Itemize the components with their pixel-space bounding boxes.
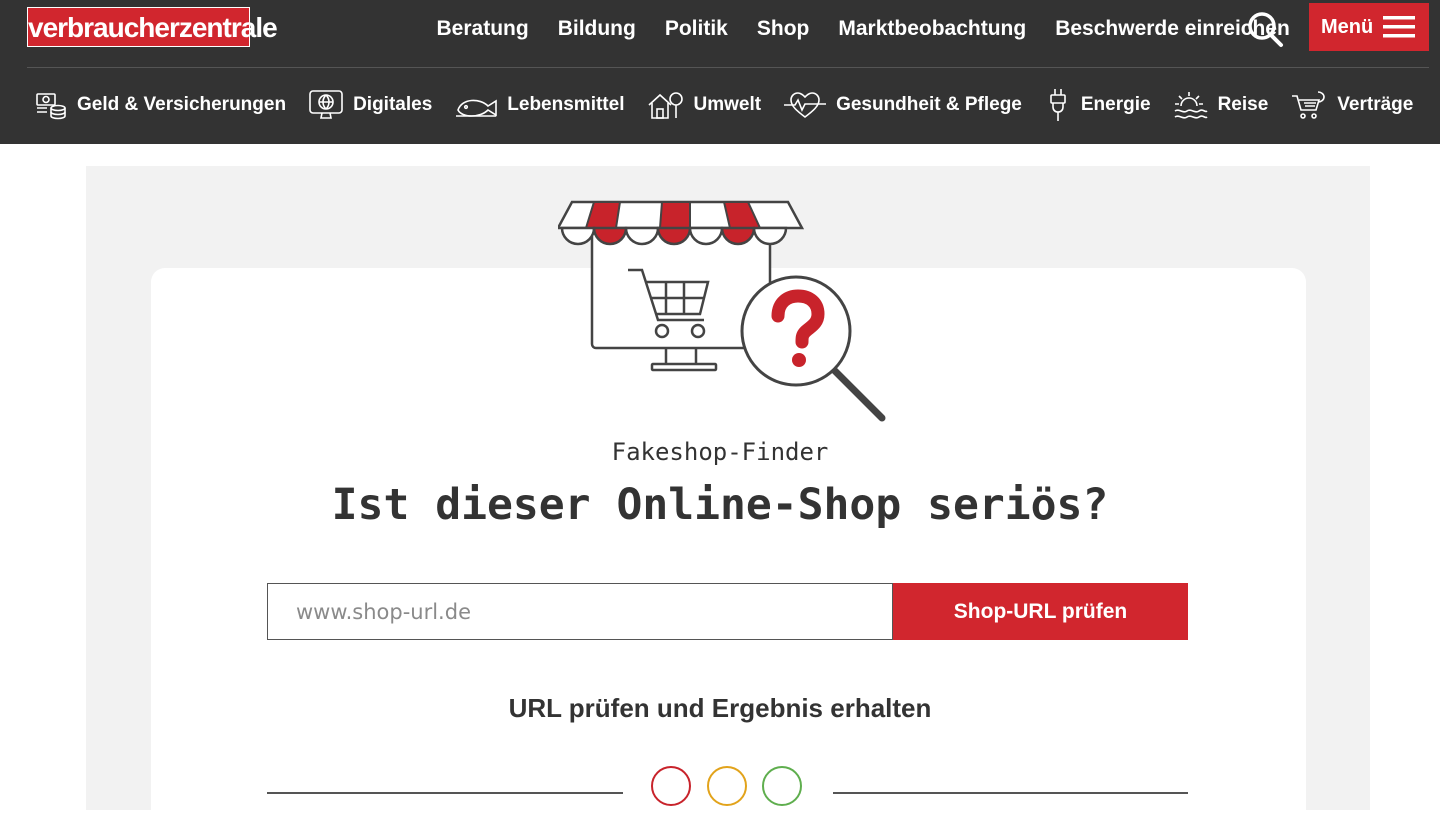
page-title: Ist dieser Online-Shop seriös?: [331, 480, 1109, 530]
category-energie[interactable]: Energie: [1044, 87, 1151, 123]
plug-icon: [1050, 89, 1066, 121]
check-shop-url-button[interactable]: Shop-URL prüfen: [893, 583, 1188, 640]
category-label: Umwelt: [693, 94, 762, 115]
divider-line-right: [833, 792, 1188, 794]
sun-wave-icon: [1174, 92, 1208, 119]
search-icon: [1248, 12, 1283, 47]
topnav-item-politik[interactable]: Politik: [650, 17, 742, 41]
category-vertraege[interactable]: Verträge: [1290, 88, 1413, 122]
red-status-circle: [651, 766, 691, 806]
shop-magnifier-question-icon: [558, 200, 886, 422]
house-tree-icon: [648, 92, 684, 119]
eyebrow-label: Fakeshop-Finder: [611, 438, 829, 466]
category-label: Digitales: [353, 94, 433, 115]
heartbeat-icon: [784, 92, 827, 119]
category-label: Reise: [1217, 94, 1269, 115]
green-status-circle: [762, 766, 802, 806]
category-geld-versicherungen[interactable]: Geld & Versicherungen: [34, 88, 286, 122]
topnav-item-shop[interactable]: Shop: [742, 17, 824, 41]
category-umwelt[interactable]: Umwelt: [646, 88, 761, 122]
header-divider: [27, 67, 1429, 68]
hamburger-icon: [1383, 16, 1415, 38]
menu-label: Menü: [1321, 15, 1374, 38]
category-lebensmittel[interactable]: Lebensmittel: [454, 88, 624, 122]
divider-line-left: [267, 792, 623, 794]
category-label: Lebensmittel: [507, 94, 625, 115]
category-label: Geld & Versicherungen: [77, 94, 287, 115]
top-navigation: Beratung Bildung Politik Shop Marktbeoba…: [422, 0, 1304, 58]
money-coins-icon: [36, 93, 66, 120]
category-label: Energie: [1080, 94, 1151, 115]
monitor-globe-icon: [309, 90, 343, 119]
topnav-item-bildung[interactable]: Bildung: [543, 17, 650, 41]
cart-contract-icon: [1292, 91, 1326, 119]
site-header: verbraucherzentrale Beratung Bildung Pol…: [0, 0, 1440, 144]
topnav-item-marktbeobachtung[interactable]: Marktbeobachtung: [824, 17, 1041, 41]
category-gesundheit-pflege[interactable]: Gesundheit & Pflege: [783, 88, 1022, 122]
search-button[interactable]: [1244, 8, 1286, 50]
category-digitales[interactable]: Digitales: [308, 88, 432, 122]
fish-plate-icon: [456, 99, 498, 117]
category-reise[interactable]: Reise: [1173, 88, 1269, 122]
yellow-status-circle: [707, 766, 747, 806]
category-label: Gesundheit & Pflege: [836, 94, 1022, 115]
site-logo[interactable]: verbraucherzentrale: [27, 7, 278, 47]
shop-url-input[interactable]: [267, 583, 893, 640]
category-label: Verträge: [1337, 94, 1414, 115]
result-subheading: URL prüfen und Ergebnis erhalten: [508, 693, 932, 723]
menu-button[interactable]: Menü: [1309, 3, 1429, 51]
category-navigation: Geld & Versicherungen Digitales Lebensmi…: [34, 82, 1435, 128]
topnav-item-beratung[interactable]: Beratung: [422, 17, 543, 41]
